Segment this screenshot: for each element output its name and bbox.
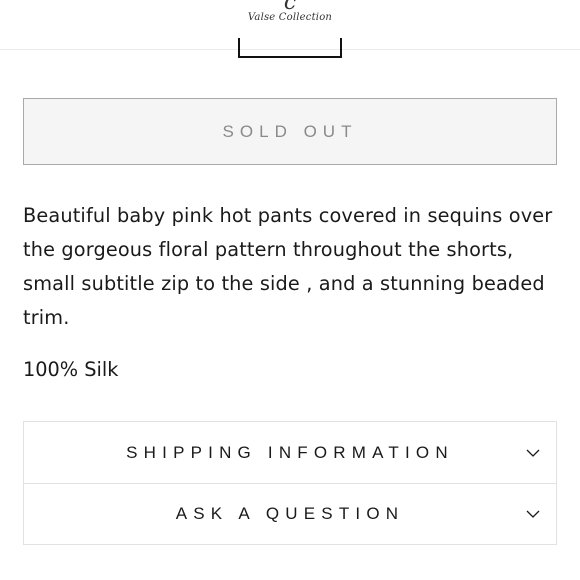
chevron-down-icon <box>526 449 540 457</box>
sold-out-button[interactable]: SOLD OUT <box>23 98 557 165</box>
product-description: Beautiful baby pink hot pants covered in… <box>23 204 553 329</box>
accordion-ask-a-question[interactable]: ASK A QUESTION <box>24 483 556 544</box>
brand-logo[interactable]: c Valse Collection <box>0 0 580 23</box>
product-accordion: SHIPPING INFORMATION ASK A QUESTION <box>23 421 557 545</box>
quantity-selector[interactable] <box>238 38 342 58</box>
logo-text: Valse Collection <box>247 12 333 23</box>
chevron-down-icon <box>526 510 540 518</box>
accordion-label: ASK A QUESTION <box>175 504 405 523</box>
accordion-shipping-information[interactable]: SHIPPING INFORMATION <box>24 422 556 483</box>
product-material: 100% Silk <box>23 358 119 381</box>
accordion-label: SHIPPING INFORMATION <box>126 442 454 462</box>
